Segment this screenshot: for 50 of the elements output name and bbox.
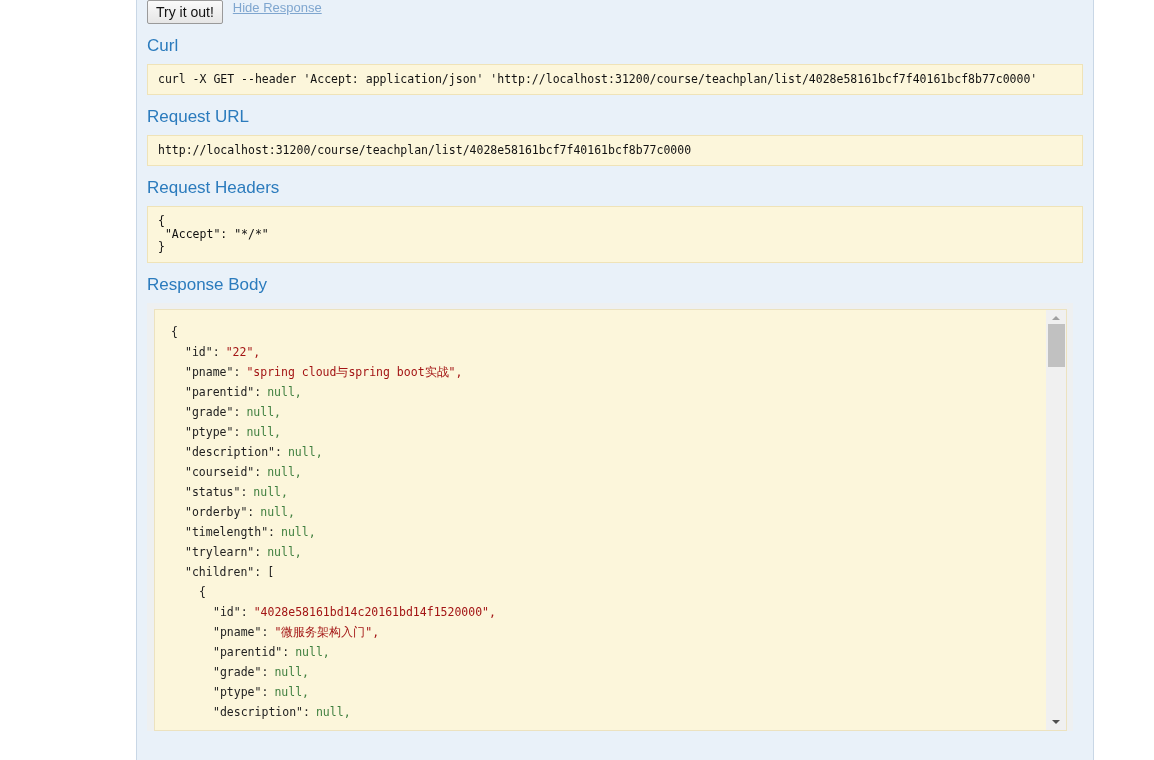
json-key: "courseid":	[185, 462, 262, 482]
json-key: "grade":	[213, 662, 269, 682]
json-value: null,	[253, 484, 288, 501]
scrollbar[interactable]	[1046, 310, 1066, 730]
code-line: }	[158, 241, 166, 254]
json-value: null,	[274, 664, 309, 681]
section-heading: Request URL	[147, 107, 251, 127]
code-line: {	[158, 215, 166, 228]
section-heading: Curl	[147, 36, 180, 56]
section-heading: Response Body	[147, 275, 269, 295]
json-key: "pname":	[213, 622, 269, 642]
json-key: "id":	[213, 602, 248, 622]
json-value: null,	[295, 644, 330, 661]
json-value: "4028e58161bd14c20161bd14f1520000",	[253, 604, 496, 621]
json-value: null,	[274, 684, 309, 701]
json-value: "spring cloud与spring boot实战",	[246, 364, 463, 381]
json-value: null,	[315, 704, 351, 721]
section-heading: Request Headers	[147, 178, 281, 198]
json-key: "status":	[185, 482, 248, 502]
json-key: "children":	[185, 562, 262, 582]
json-key: "description":	[213, 702, 310, 722]
json-value: null,	[267, 544, 302, 561]
json-value: [	[267, 564, 275, 581]
json-value: null,	[246, 404, 281, 421]
code-line: {	[171, 324, 178, 341]
json-key: "grade":	[185, 402, 241, 422]
json-value: null,	[246, 424, 281, 441]
json-value: null,	[267, 384, 302, 401]
try-it-out-button[interactable]: Try it out!	[147, 0, 223, 24]
json-value: null,	[281, 524, 316, 541]
scrollbar-thumb[interactable]	[1047, 324, 1065, 367]
json-value: "22",	[225, 344, 261, 361]
json-value: null,	[260, 504, 295, 521]
json-key: "id":	[185, 342, 220, 362]
code-line: http://localhost:31200/course/teachplan/list/4028e58161bcf7f40161bcf8b77c0000	[158, 144, 693, 157]
json-key: "description":	[185, 442, 282, 462]
json-value: "微服务架构入门",	[274, 624, 380, 641]
code-line: {	[199, 584, 206, 601]
json-key: "pname":	[185, 362, 241, 382]
json-value: null,	[267, 464, 302, 481]
json-key: "trylearn":	[185, 542, 262, 562]
json-value: null,	[287, 444, 323, 461]
json-key: "parentid":	[185, 382, 262, 402]
json-key: "ptype":	[213, 682, 269, 702]
json-key: "parentid":	[213, 642, 290, 662]
code-line: curl -X GET --header 'Accept: application/json' 'http://localhost:31200/course/teachplan/list/4028e58161bcf7f40161bcf8b77c0000'	[158, 73, 1039, 86]
json-key: "timelength":	[185, 522, 275, 542]
json-key: "ptype":	[185, 422, 241, 442]
code-line: "Accept": "*/*"	[164, 228, 270, 241]
json-key: "orderby":	[185, 502, 255, 522]
